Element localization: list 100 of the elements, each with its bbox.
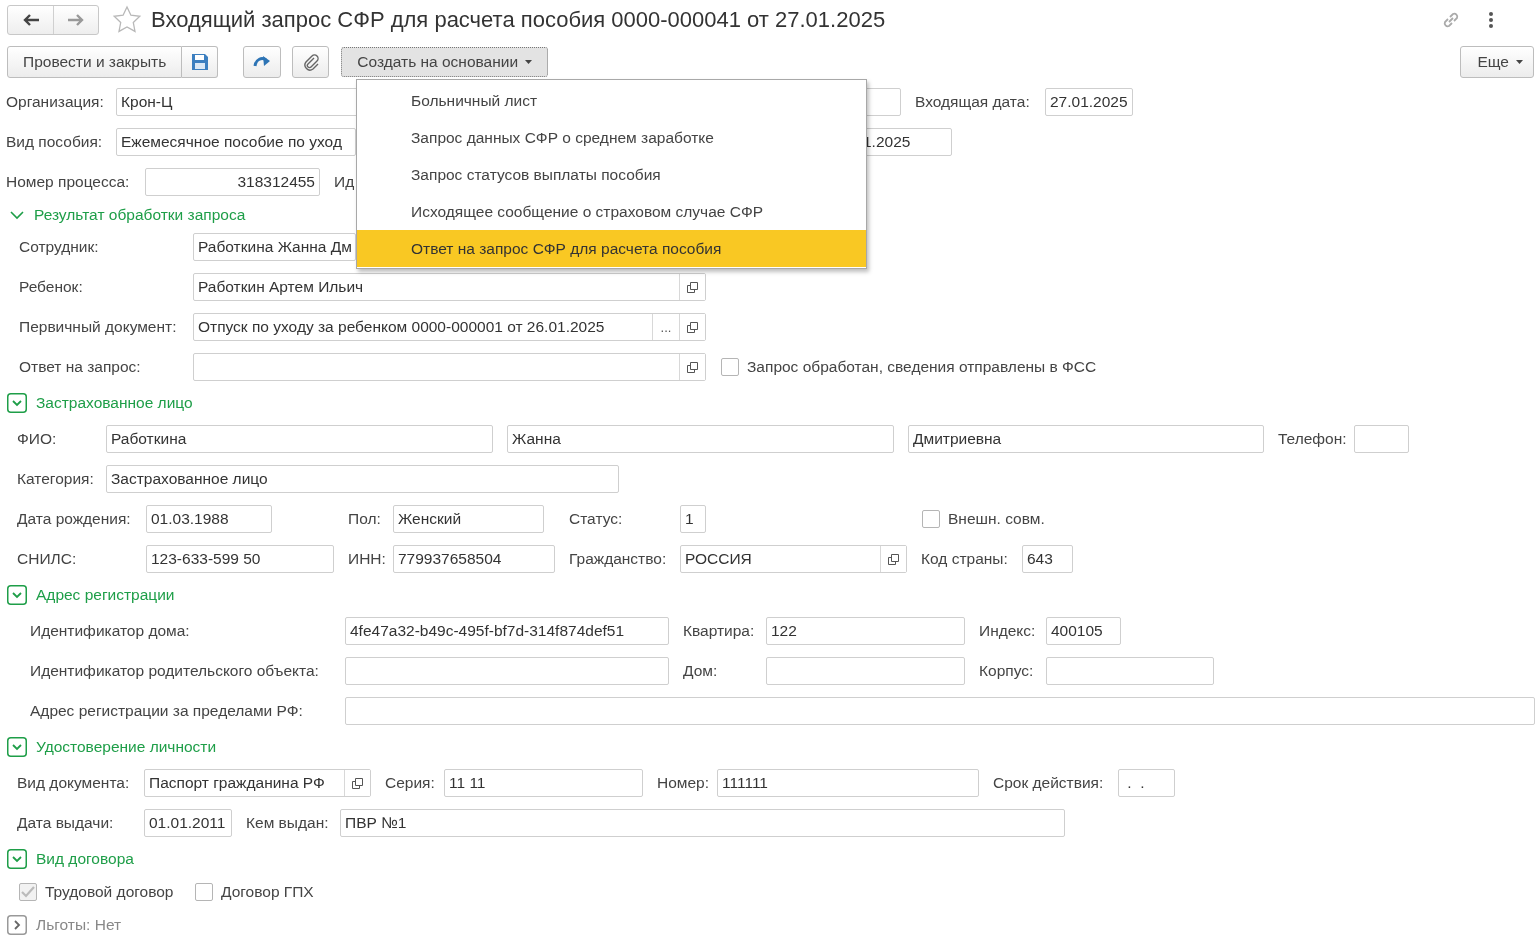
field-label: Дата рождения: [17,510,132,528]
checkbox[interactable] [195,883,213,901]
text-field[interactable]: Застрахованное лицо [106,465,619,493]
field-label: Код страны: [921,550,1009,568]
section-header[interactable]: Адрес регистрации [0,579,175,611]
open-window-icon [888,553,899,565]
chevron-icon [7,737,27,757]
field-label: Ответ на запрос: [19,358,142,376]
field-label: Входящая дата: [915,93,1031,111]
open-button[interactable] [880,546,906,572]
field-label: Дата выдачи: [17,814,115,832]
post-button[interactable] [243,46,282,78]
menu-item[interactable]: Исходящее сообщение о страховом случае СФР [357,193,866,230]
field-label: Серия: [385,774,436,792]
text-field[interactable]: Ежемесячное пособие по уход [116,128,356,156]
text-field[interactable] [1046,657,1214,685]
field-label: Ребенок: [19,278,84,296]
menu-item[interactable]: Ответ на запрос СФР для расчета пособия [357,230,866,267]
create-based-on-button[interactable]: Создать на основании [341,47,549,77]
section-header[interactable]: Результат обработки запроса [0,202,246,227]
section-header[interactable]: Вид договора [0,843,134,875]
text-field[interactable]: Дмитриевна [908,425,1264,453]
more-icon[interactable] [1488,11,1494,29]
attach-button[interactable] [292,46,330,78]
field-label: Статус: [569,510,624,528]
field-label: Номер: [657,774,711,792]
field-label: Первичный документ: [19,318,178,336]
section-header[interactable]: Удостоверение личности [0,731,217,763]
checkbox-label: Трудовой договор [45,883,174,901]
field-label: Ид [334,173,355,191]
field-label: СНИЛС: [17,550,78,568]
checkbox-label: Внешн. совм. [948,510,1045,528]
menu-item[interactable]: Запрос статусов выплаты пособия [357,156,866,193]
text-field[interactable]: Паспорт гражданина РФ [144,769,371,797]
section-header[interactable]: Застрахованное лицо [0,387,193,419]
field-label: Квартира: [683,622,756,640]
open-button[interactable] [679,314,705,340]
text-field[interactable]: 400105 [1046,617,1121,645]
text-field[interactable] [345,697,1535,725]
field-label: Гражданство: [569,550,668,568]
field-label: Идентификатор дома: [30,622,191,640]
text-field[interactable]: 122 [766,617,965,645]
text-field[interactable]: 01.03.1988 [146,505,272,533]
field-label: Сотрудник: [19,238,100,256]
open-button[interactable] [679,354,705,380]
chevron-icon [7,585,27,605]
text-field[interactable]: Отпуск по уходу за ребенком 0000-000001 от 26.01.2025 ... [193,313,706,341]
open-button[interactable] [679,274,705,300]
text-field[interactable]: Работкин Артем Ильич [193,273,706,301]
open-button[interactable] [344,770,370,796]
chevron-icon [7,849,27,869]
text-field[interactable]: 111111 [717,769,979,797]
text-field[interactable]: 318312455 [145,168,320,196]
checkbox[interactable] [922,510,940,528]
post-and-close-button[interactable]: Провести и закрыть [7,46,183,78]
text-field[interactable]: РОССИЯ [680,545,907,573]
window-title: Входящий запрос СФР для расчета пособия 0000-000041 от 27.01.2025 [151,7,886,33]
chevron-icon [7,915,27,935]
caret-icon [525,60,533,64]
text-field[interactable]: 01.01.2011 [144,809,232,837]
text-field[interactable]: 779937658504 [393,545,555,573]
field-label: ФИО: [17,430,58,448]
text-field[interactable]: Работкина [106,425,493,453]
more-button[interactable]: Еще [1460,46,1534,78]
field-label: Идентификатор родительского объекта: [30,662,320,680]
field-label: Номер процесса: [6,173,131,191]
save-button[interactable] [182,46,219,78]
field-label: Пол: [348,510,382,528]
back-arrow-icon [21,13,40,27]
text-field[interactable]: . . [1118,769,1175,797]
text-field[interactable]: 4fe47a32-b49c-495f-bf7d-314f874def51 [345,617,669,645]
forward-arrow-icon [67,13,85,27]
text-field[interactable]: 27.01.2025 [1045,88,1133,116]
field-label: Телефон: [1278,430,1348,448]
field-label: Срок действия: [993,774,1105,792]
text-field[interactable] [1354,425,1409,453]
field-label: Категория: [17,470,95,488]
text-field[interactable] [345,657,669,685]
checkbox-label: Договор ГПХ [221,883,314,901]
text-field[interactable]: 643 [1022,545,1073,573]
field-label: Индекс: [979,622,1037,640]
field-label: Организация: [6,93,105,111]
field-label: Кем выдан: [246,814,330,832]
text-field[interactable]: Женский [393,505,544,533]
open-window-icon [352,777,363,789]
text-field[interactable]: 123-633-599 50 [146,545,334,573]
text-field[interactable]: Жанна [507,425,894,453]
star-icon[interactable] [112,5,142,35]
text-field[interactable]: Работкина Жанна Дм [193,233,356,261]
text-field[interactable]: ПВР №1 [340,809,1065,837]
section-header[interactable]: Льготы: Нет [0,909,122,941]
text-field[interactable] [193,353,706,381]
checkbox[interactable] [721,358,739,376]
open-window-icon [687,321,698,333]
text-field[interactable] [766,657,965,685]
open-window-icon [687,281,698,293]
paperclip-icon [302,53,319,71]
text-field[interactable]: 1 [680,505,706,533]
menu-item[interactable]: Больничный лист [357,82,866,119]
text-field[interactable]: 11 11 [444,769,643,797]
